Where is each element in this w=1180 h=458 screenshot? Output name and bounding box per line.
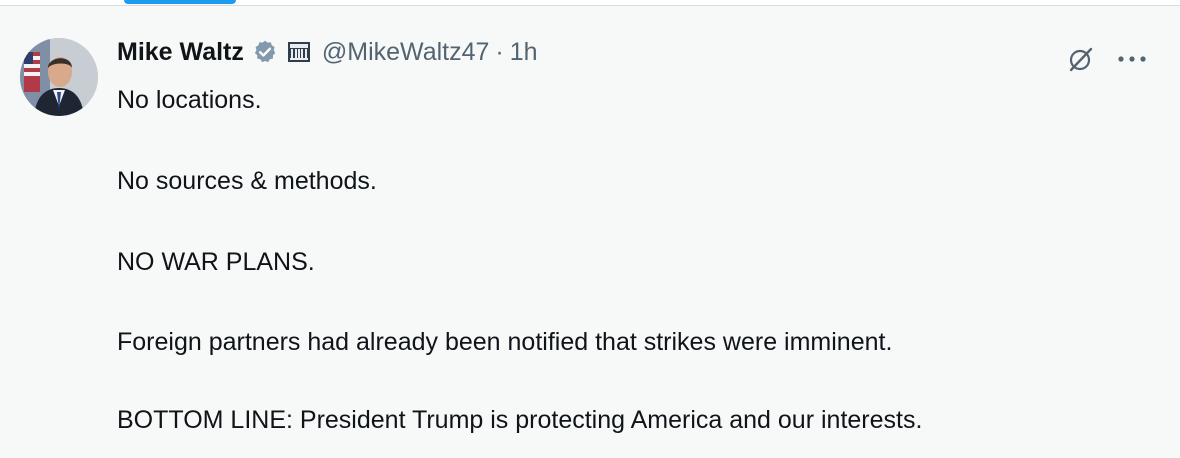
tweet-header: Mike Waltz @MikeWaltz47 · 1h (117, 37, 538, 67)
active-tab-indicator (124, 0, 236, 4)
separator-dot: · (495, 37, 504, 66)
grok-button[interactable] (1064, 44, 1098, 74)
tweet-line: No locations. (117, 86, 262, 114)
avatar-image (20, 38, 98, 116)
tweet-line: BOTTOM LINE: President Trump is protecti… (117, 406, 923, 434)
government-building-icon[interactable] (287, 40, 311, 64)
author-handle[interactable]: @MikeWaltz47 (322, 38, 490, 67)
grok-icon (1069, 47, 1093, 72)
tweet-line: No sources & methods. (117, 167, 377, 195)
more-options-button[interactable] (1112, 44, 1152, 74)
more-options-icon (1118, 56, 1146, 62)
tweet-card[interactable]: Mike Waltz @MikeWaltz47 · 1h No location… (0, 6, 1180, 458)
tweet-line: Foreign partners had already been notifi… (117, 328, 893, 356)
post-timestamp[interactable]: 1h (510, 38, 538, 67)
tweet-line: NO WAR PLANS. (117, 248, 315, 276)
verified-badge-icon[interactable] (252, 39, 278, 65)
avatar[interactable] (20, 38, 98, 116)
author-display-name[interactable]: Mike Waltz (117, 38, 244, 67)
